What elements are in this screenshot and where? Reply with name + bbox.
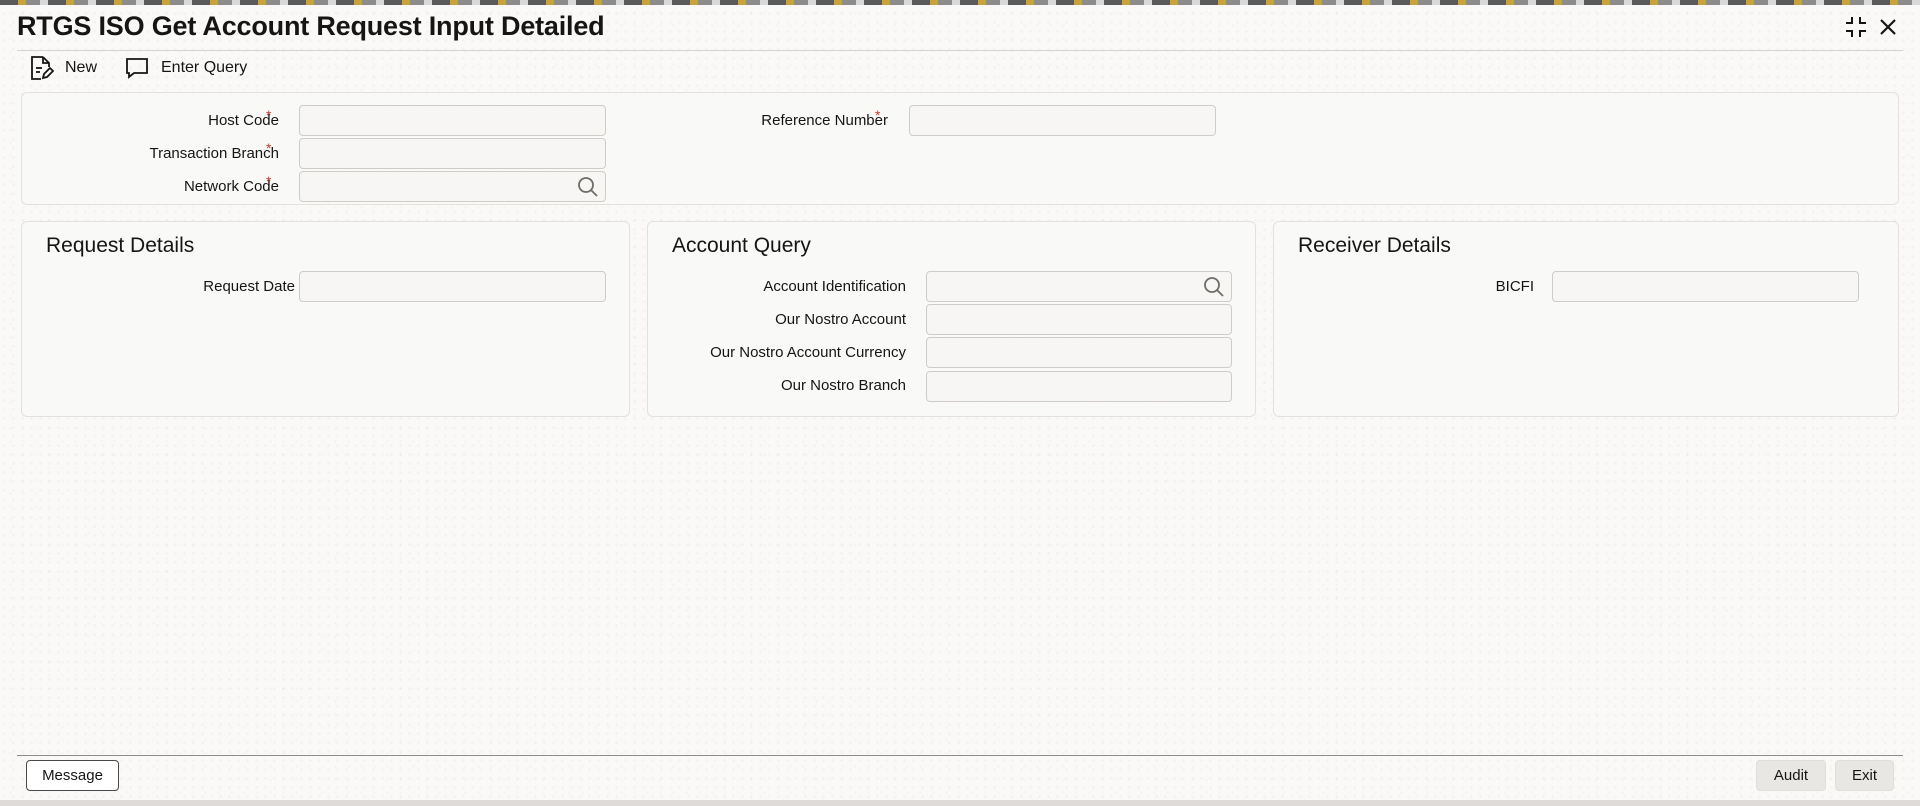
receiver-details-title: Receiver Details: [1298, 234, 1451, 257]
reference-number-required-marker: *: [875, 107, 881, 123]
our-nostro-branch-input[interactable]: [926, 371, 1232, 402]
network-code-search-icon[interactable]: [576, 175, 600, 199]
account-identification-input[interactable]: [926, 271, 1232, 302]
close-icon[interactable]: [1874, 13, 1902, 41]
request-date-label: Request Date: [203, 278, 295, 295]
expand-icon[interactable]: [1842, 13, 1870, 41]
request-date-input[interactable]: [299, 271, 606, 302]
new-document-icon: [31, 56, 54, 80]
transaction-branch-input[interactable]: [299, 138, 606, 169]
new-button-label: New: [65, 59, 98, 76]
host-code-input[interactable]: [299, 105, 606, 136]
our-nostro-account-currency-input[interactable]: [926, 337, 1232, 368]
account-identification-search-icon[interactable]: [1202, 275, 1226, 299]
request-details-title: Request Details: [46, 234, 195, 257]
enter-query-button[interactable]: Enter Query: [124, 53, 247, 83]
exit-button[interactable]: Exit: [1835, 760, 1894, 791]
title-divider: [17, 50, 1903, 51]
chat-bubble-icon: [126, 58, 148, 79]
reference-number-label: Reference Number: [761, 112, 888, 129]
receiver-details-panel: Receiver Details BICFI: [1273, 221, 1899, 417]
account-query-title: Account Query: [672, 234, 811, 257]
network-code-input[interactable]: [299, 171, 606, 202]
request-details-panel: Request Details Request Date: [21, 221, 630, 417]
message-button[interactable]: Message: [26, 760, 119, 791]
new-button[interactable]: New: [28, 53, 97, 83]
transaction-branch-label: Transaction Branch: [149, 145, 279, 162]
footer-divider: [17, 755, 1903, 756]
page-title: RTGS ISO Get Account Request Input Detai…: [17, 11, 605, 41]
title-bar: RTGS ISO Get Account Request Input Detai…: [0, 5, 1920, 51]
our-nostro-account-input[interactable]: [926, 304, 1232, 335]
bicfi-label: BICFI: [1495, 278, 1534, 295]
bicfi-input[interactable]: [1552, 271, 1859, 302]
account-identification-label: Account Identification: [763, 278, 906, 295]
header-form-panel: Host Code * Transaction Branch * Network…: [21, 92, 1899, 205]
our-nostro-branch-label: Our Nostro Branch: [780, 377, 906, 394]
bottom-strip: [0, 800, 1920, 806]
network-code-label: Network Code: [183, 178, 279, 195]
host-code-required-marker: *: [266, 107, 272, 123]
transaction-branch-required-marker: *: [266, 140, 272, 156]
our-nostro-account-label: Our Nostro Account: [775, 311, 906, 328]
enter-query-button-label: Enter Query: [161, 59, 248, 76]
reference-number-input[interactable]: [909, 105, 1216, 136]
account-query-panel: Account Query Account Identification Our…: [647, 221, 1256, 417]
audit-button[interactable]: Audit: [1756, 760, 1826, 791]
our-nostro-account-currency-label: Our Nostro Account Currency: [710, 344, 906, 361]
network-code-required-marker: *: [266, 173, 272, 189]
